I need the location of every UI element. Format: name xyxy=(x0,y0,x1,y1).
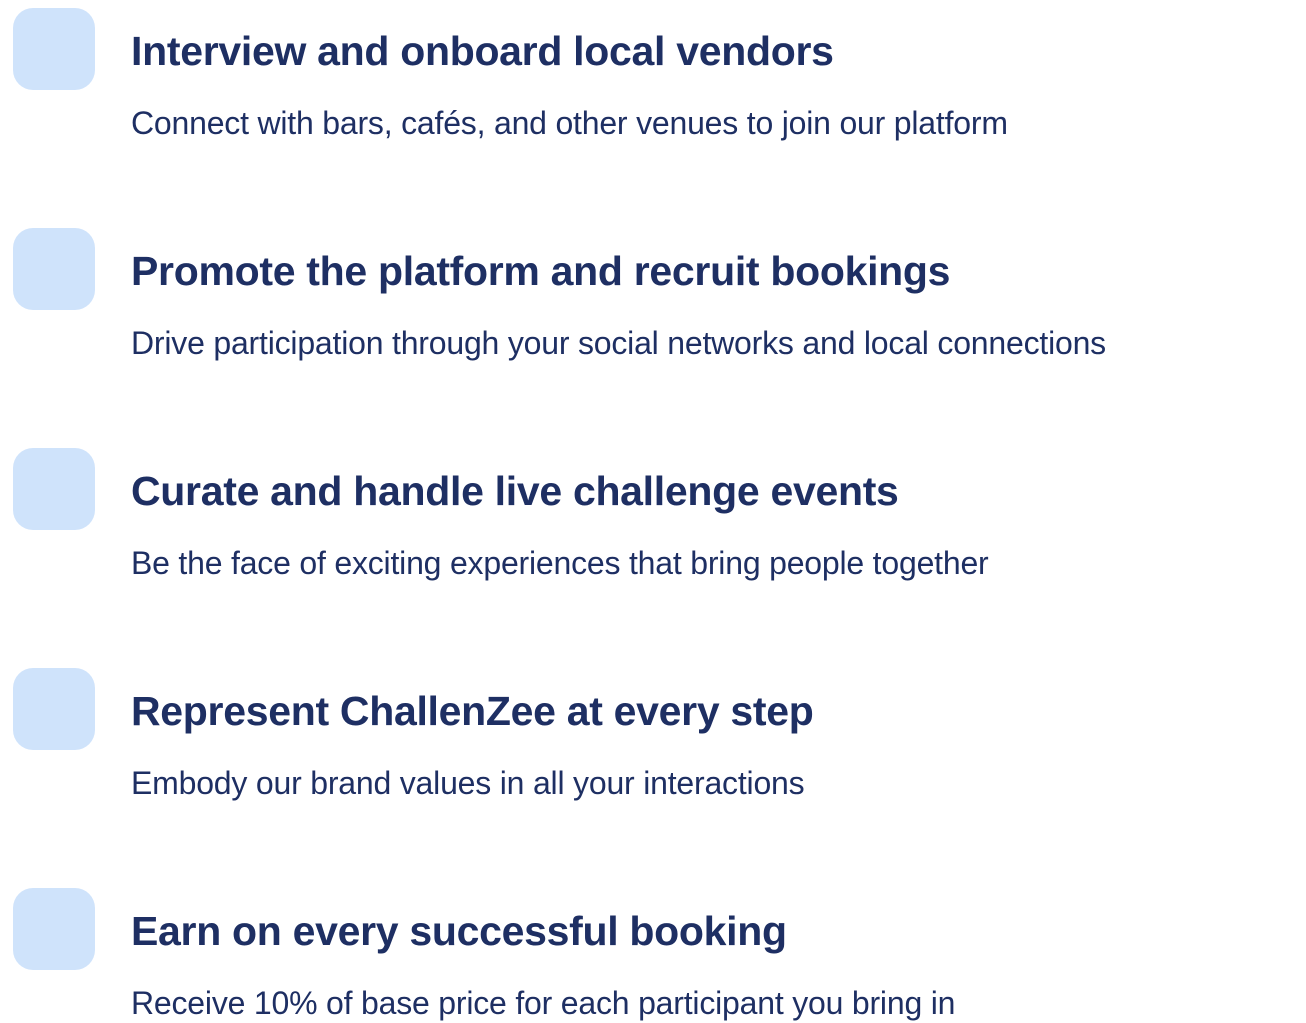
item-badge-icon xyxy=(13,888,95,970)
item-description: Embody our brand values in all your inte… xyxy=(131,765,805,801)
item-badge-icon xyxy=(13,668,95,750)
item-title: Curate and handle live challenge events xyxy=(131,468,899,514)
item-badge-icon xyxy=(13,228,95,310)
item-description: Drive participation through your social … xyxy=(131,325,1106,361)
list-item: Earn on every successful booking Receive… xyxy=(0,880,1306,1023)
list-item: Represent ChallenZee at every step Embod… xyxy=(0,660,1306,880)
item-title: Represent ChallenZee at every step xyxy=(131,688,814,734)
item-title: Interview and onboard local vendors xyxy=(131,28,834,74)
item-title: Earn on every successful booking xyxy=(131,908,787,954)
item-title: Promote the platform and recruit booking… xyxy=(131,248,951,294)
list-item: Curate and handle live challenge events … xyxy=(0,440,1306,660)
item-badge-icon xyxy=(13,448,95,530)
item-description: Receive 10% of base price for each parti… xyxy=(131,985,956,1021)
responsibilities-list: Interview and onboard local vendors Conn… xyxy=(0,0,1306,1023)
item-description: Be the face of exciting experiences that… xyxy=(131,545,989,581)
list-item: Promote the platform and recruit booking… xyxy=(0,220,1306,440)
item-badge-icon xyxy=(13,8,95,90)
list-item: Interview and onboard local vendors Conn… xyxy=(0,0,1306,220)
item-description: Connect with bars, cafés, and other venu… xyxy=(131,105,1008,141)
